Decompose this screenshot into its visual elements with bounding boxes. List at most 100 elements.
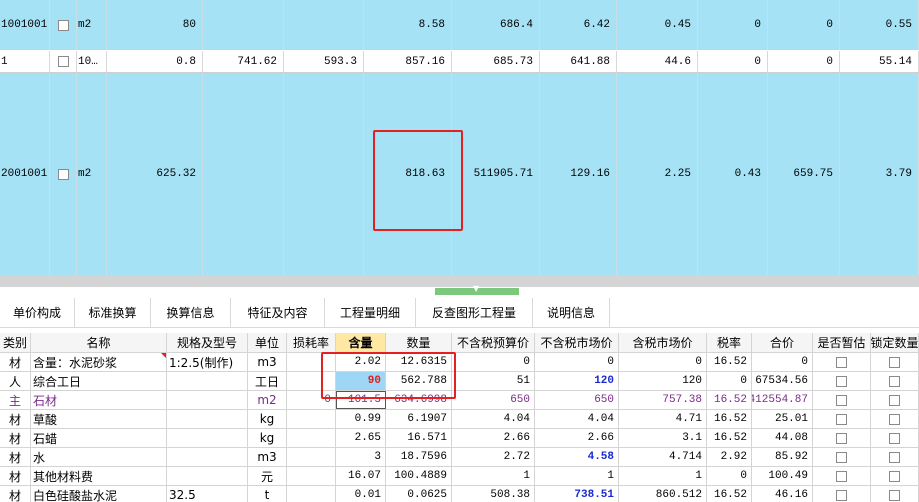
cell-quantity[interactable]: 6.1907 <box>386 410 452 428</box>
cell-market-price[interactable]: 1 <box>535 467 619 485</box>
table-row[interactable]: 主石材 m2 0 101.5 634.6998 650 650 757.38 16.52 4125… <box>0 391 919 410</box>
cell-content[interactable]: 3 <box>336 448 386 466</box>
cell-market-price[interactable]: 4.04 <box>535 410 619 428</box>
cell-total-price[interactable]: 0 <box>752 353 813 371</box>
quota-cell-price-a[interactable] <box>203 73 284 275</box>
col-header-market-price[interactable]: 不含税市场价 <box>535 333 619 352</box>
table-row[interactable]: 材水 m3 3 18.7596 2.72 4.58 4.714 2.92 85.92 <box>0 448 919 467</box>
col-header-market-price-tax[interactable]: 含税市场价 <box>619 333 707 352</box>
quota-cell-quantity[interactable]: 8.58 <box>364 0 452 50</box>
quota-cell-v5[interactable]: 0.55 <box>840 0 919 50</box>
col-header-spec[interactable]: 规格及型号 <box>167 333 248 352</box>
table-row[interactable]: 材白色硅酸盐水泥 32.5 t 0.01 0.0625 508.38 738.51 860.5… <box>0 486 919 502</box>
cell-name[interactable]: 石蜡 <box>31 429 167 447</box>
quota-cell-qty[interactable]: 625.32 <box>107 73 203 275</box>
cell-spec[interactable] <box>167 391 248 409</box>
col-header-tax-rate[interactable]: 税率 <box>707 333 752 352</box>
cell-unit[interactable]: kg <box>248 410 287 428</box>
checkbox[interactable] <box>836 432 847 444</box>
checkbox[interactable] <box>889 394 900 406</box>
cell-budget-price[interactable]: 2.66 <box>452 429 535 447</box>
quota-cell-v4[interactable]: 0 <box>768 51 840 72</box>
quota-cell-price-b[interactable] <box>284 73 364 275</box>
quota-cell-v3[interactable]: 0 <box>698 0 768 50</box>
col-header-unit[interactable]: 单位 <box>248 333 287 352</box>
col-header-total-price[interactable]: 合价 <box>752 333 813 352</box>
col-header-name[interactable]: 名称 <box>31 333 167 352</box>
cell-content[interactable]: 0.99 <box>336 410 386 428</box>
cell-name[interactable]: 草酸 <box>31 410 167 428</box>
tab-reverse-lookup-quantity[interactable]: 反查图形工程量 <box>416 298 533 327</box>
col-header-category[interactable]: 类别 <box>0 333 31 352</box>
cell-unit[interactable]: t <box>248 486 287 502</box>
cell-unit[interactable]: m2 <box>248 391 287 409</box>
cell-content[interactable]: 16.07 <box>336 467 386 485</box>
col-header-budget-price[interactable]: 不含税预算价 <box>452 333 535 352</box>
quota-cell-code[interactable]: 1 <box>0 51 50 72</box>
col-header-quantity[interactable]: 数量 <box>386 333 452 352</box>
cell-unit[interactable]: 元 <box>248 467 287 485</box>
cell-market-price-tax[interactable]: 4.71 <box>619 410 707 428</box>
quota-cell-total[interactable]: 511905.71 <box>452 73 540 275</box>
cell-budget-price[interactable]: 51 <box>452 372 535 390</box>
checkbox[interactable] <box>889 470 900 482</box>
cell-market-price[interactable]: 120 <box>535 372 619 390</box>
cell-market-price-tax[interactable]: 0 <box>619 353 707 371</box>
cell-budget-price[interactable]: 508.38 <box>452 486 535 502</box>
cell-spec[interactable] <box>167 372 248 390</box>
row-checkbox[interactable] <box>57 56 69 67</box>
cell-category[interactable]: 材 <box>0 467 31 485</box>
cell-spec[interactable]: 32.5 <box>167 486 248 502</box>
cell-category[interactable]: 材 <box>0 448 31 466</box>
cell-spec[interactable] <box>167 429 248 447</box>
cell-category[interactable]: 材 <box>0 410 31 428</box>
tab-features-content[interactable]: 特征及内容 <box>231 298 325 327</box>
cell-category[interactable]: 主 <box>0 391 31 409</box>
row-checkbox[interactable] <box>57 19 69 31</box>
cell-total-price[interactable]: 46.16 <box>752 486 813 502</box>
cell-name[interactable]: 水 <box>31 448 167 466</box>
checkbox[interactable] <box>889 356 900 368</box>
quota-cell-total[interactable]: 686.4 <box>452 0 540 50</box>
quota-cell-v5[interactable]: 55.14 <box>840 51 919 72</box>
checkbox[interactable] <box>836 394 847 406</box>
cell-market-price[interactable]: 4.58 <box>535 448 619 466</box>
checkbox[interactable] <box>836 470 847 482</box>
cell-total-price[interactable]: 412554.87 <box>752 391 813 409</box>
cell-market-price-tax[interactable]: 757.38 <box>619 391 707 409</box>
cell-spec[interactable] <box>167 410 248 428</box>
checkbox[interactable] <box>836 451 847 463</box>
cell-loss-rate[interactable] <box>287 448 336 466</box>
quota-cell-unit[interactable]: m2 <box>77 0 107 50</box>
cell-tax-rate[interactable]: 2.92 <box>707 448 752 466</box>
cell-content[interactable]: 0.01 <box>336 486 386 502</box>
quota-cell-v3[interactable]: 0.43 <box>698 73 768 275</box>
quota-cell-v1[interactable]: 6.42 <box>540 0 617 50</box>
row-checkbox[interactable] <box>57 168 69 180</box>
quota-cell-unit[interactable]: 10… <box>77 51 107 72</box>
quota-row-2[interactable]: 1 10… 0.8 741.62 593.3 857.16 685.73 641.88 44.6… <box>0 51 919 73</box>
cell-tax-rate[interactable]: 0 <box>707 372 752 390</box>
quota-cell-v3[interactable]: 0 <box>698 51 768 72</box>
table-row[interactable]: 材含量：水泥砂浆 1:2.5(制作) m3 2.02 12.6315 0 0 0 16.52 0 <box>0 353 919 372</box>
cell-category[interactable]: 人 <box>0 372 31 390</box>
cell-budget-price[interactable]: 650 <box>452 391 535 409</box>
cell-market-price[interactable]: 738.51 <box>535 486 619 502</box>
quota-cell-total[interactable]: 685.73 <box>452 51 540 72</box>
cell-name[interactable]: 含量：水泥砂浆 <box>31 353 167 371</box>
quota-cell-v1[interactable]: 641.88 <box>540 51 617 72</box>
cell-unit[interactable]: m3 <box>248 353 287 371</box>
cell-total-price[interactable]: 44.08 <box>752 429 813 447</box>
cell-content[interactable]: 2.65 <box>336 429 386 447</box>
cell-tax-rate[interactable]: 16.52 <box>707 353 752 371</box>
cell-budget-price[interactable]: 4.04 <box>452 410 535 428</box>
cell-market-price[interactable]: 0 <box>535 353 619 371</box>
checkbox[interactable] <box>836 375 847 387</box>
col-header-content[interactable]: 含量 <box>336 333 386 352</box>
cell-budget-price[interactable]: 2.72 <box>452 448 535 466</box>
cell-total-price[interactable]: 100.49 <box>752 467 813 485</box>
cell-tax-rate[interactable]: 16.52 <box>707 391 752 409</box>
cell-tax-rate[interactable]: 16.52 <box>707 486 752 502</box>
quota-cell-v1[interactable]: 129.16 <box>540 73 617 275</box>
cell-market-price-tax[interactable]: 860.512 <box>619 486 707 502</box>
